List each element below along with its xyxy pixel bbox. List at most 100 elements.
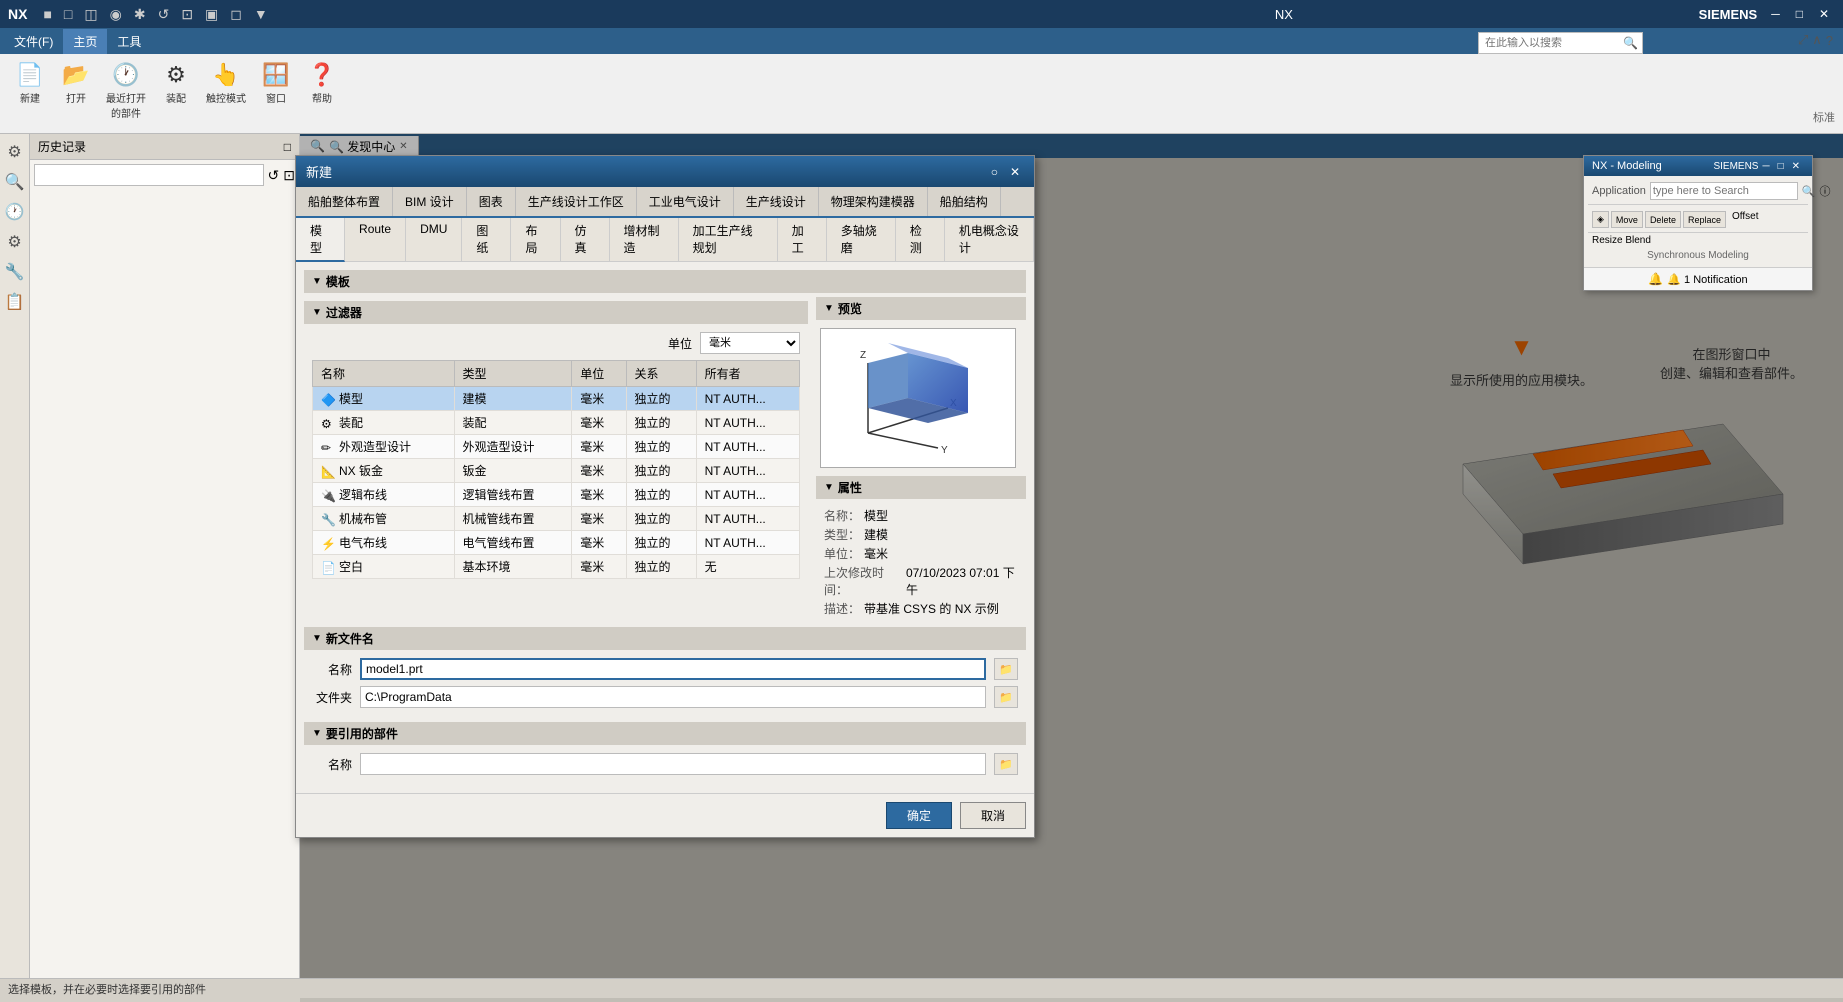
tb-icon-dropdown[interactable]: ▼ xyxy=(250,4,272,24)
props-arrow-icon: ▼ xyxy=(824,482,834,493)
folder-input[interactable]: C:\ProgramData xyxy=(360,686,986,708)
subtab-sim[interactable]: 仿真 xyxy=(561,218,610,261)
table-row[interactable]: 📄空白 基本环境 毫米 独立的 无 xyxy=(313,555,800,579)
panel-icon-3[interactable]: 🕐 xyxy=(1,198,29,226)
tb-icon-9[interactable]: ◻ xyxy=(226,4,246,25)
search-icon[interactable]: 🔍 xyxy=(1619,36,1642,50)
history-search-row: ↺ ⊡ xyxy=(30,160,299,190)
expand-icon[interactable]: ⤢ xyxy=(1798,32,1808,48)
history-title: 历史记录 xyxy=(38,138,280,155)
tab-ship-structure[interactable]: 船舶结构 xyxy=(928,187,1001,216)
ribbon-new[interactable]: 📄 新建 xyxy=(8,58,52,129)
ribbon-assembly[interactable]: ⚙ 装配 xyxy=(154,58,198,129)
history-expand-icon[interactable]: □ xyxy=(284,140,291,154)
ribbon-window[interactable]: 🪟 窗口 xyxy=(254,58,298,129)
minimize-button[interactable]: ─ xyxy=(1765,7,1786,21)
tab-diagram[interactable]: 图表 xyxy=(467,187,516,216)
col-header-name: 名称 xyxy=(313,361,455,387)
mini-close-button[interactable]: ✕ xyxy=(1788,161,1804,172)
mini-offset-label: Offset xyxy=(1732,211,1759,228)
ribbon-touch[interactable]: 👆 触控模式 xyxy=(200,58,252,129)
table-row[interactable]: 📐NX 钣金 钣金 毫米 独立的 NT AUTH... xyxy=(313,459,800,483)
ref-name-input[interactable] xyxy=(360,753,986,775)
menu-home[interactable]: 主页 xyxy=(63,29,107,54)
history-options-icon[interactable]: ⊡ xyxy=(283,167,295,184)
tb-icon-6[interactable]: ↺ xyxy=(154,4,174,25)
close-button[interactable]: ✕ xyxy=(1813,7,1835,21)
tab-ship-layout[interactable]: 船舶整体布置 xyxy=(296,187,393,216)
tb-icon-5[interactable]: ✱ xyxy=(130,4,150,25)
ref-section-header[interactable]: ▼ 要引用的部件 xyxy=(304,722,1026,745)
tb-icon-7[interactable]: ⊡ xyxy=(177,4,197,25)
subtab-layout[interactable]: 布局 xyxy=(511,218,560,261)
panel-icon-6[interactable]: 📋 xyxy=(1,288,29,316)
ribbon-open[interactable]: 📂 打开 xyxy=(54,58,98,129)
history-refresh-icon[interactable]: ↺ xyxy=(268,167,280,184)
mini-search-icon[interactable]: 🔍 xyxy=(1802,185,1816,198)
new-file-section-header[interactable]: ▼ 新文件名 xyxy=(304,627,1026,650)
ok-button[interactable]: 确定 xyxy=(886,802,952,829)
ribbon-recent[interactable]: 🕐 最近打开 的部件 xyxy=(100,58,152,129)
table-row[interactable]: ✏外观造型设计 外观造型设计 毫米 独立的 NT AUTH... xyxy=(313,435,800,459)
tab-production-design[interactable]: 生产线设计 xyxy=(734,187,819,216)
history-search-input[interactable] xyxy=(34,164,264,186)
table-row[interactable]: 🔌逻辑布线 逻辑管线布置 毫米 独立的 NT AUTH... xyxy=(313,483,800,507)
props-section-header[interactable]: ▼ 属性 xyxy=(816,476,1026,499)
dialog-info-icon[interactable]: ○ xyxy=(987,165,1002,179)
tb-icon-1[interactable]: ■ xyxy=(39,4,55,24)
panel-icon-4[interactable]: ⚙ xyxy=(3,228,25,256)
tb-icon-2[interactable]: □ xyxy=(60,4,76,24)
mini-move-button[interactable]: Move xyxy=(1611,211,1643,228)
unit-select[interactable]: 毫米 英寸 英尺 xyxy=(700,332,800,354)
menu-file[interactable]: 文件(F) xyxy=(4,29,63,54)
panel-icon-5[interactable]: 🔧 xyxy=(1,258,29,286)
maximize-button[interactable]: □ xyxy=(1790,7,1809,21)
subtab-additive[interactable]: 增材制造 xyxy=(610,218,679,261)
mini-search-input[interactable] xyxy=(1650,182,1798,200)
tb-icon-8[interactable]: ▣ xyxy=(201,4,222,25)
subtab-multiaxis[interactable]: 多轴烧磨 xyxy=(827,218,896,261)
mini-delete-button[interactable]: Delete xyxy=(1645,211,1681,228)
table-row[interactable]: ⚙装配 装配 毫米 独立的 NT AUTH... xyxy=(313,411,800,435)
browse-folder-button[interactable]: 📁 xyxy=(994,686,1018,708)
up-icon[interactable]: ∧ xyxy=(1812,32,1822,48)
filename-input[interactable] xyxy=(360,658,986,680)
menu-tools[interactable]: 工具 xyxy=(107,29,151,54)
question-icon[interactable]: ? xyxy=(1826,33,1833,48)
tab-physical[interactable]: 物理架构建模器 xyxy=(819,187,928,216)
ribbon-help[interactable]: ❓ 帮助 xyxy=(300,58,344,129)
subtab-mfg-line[interactable]: 加工生产线规划 xyxy=(679,218,778,261)
mini-notification[interactable]: 🔔 🔔 1 Notification xyxy=(1584,267,1812,290)
filter-section-header[interactable]: ▼ 过滤器 xyxy=(304,301,808,324)
subtab-model[interactable]: 模型 xyxy=(296,218,345,262)
preview-section-header[interactable]: ▼ 预览 xyxy=(816,297,1026,320)
mini-minimize-button[interactable]: ─ xyxy=(1758,161,1773,172)
tab-production-line[interactable]: 生产线设计工作区 xyxy=(516,187,637,216)
feature-icon[interactable]: ◈ xyxy=(1592,211,1609,228)
mini-replace-button[interactable]: Replace xyxy=(1683,211,1726,228)
search-input[interactable] xyxy=(1479,37,1619,49)
tb-icon-3[interactable]: ◫ xyxy=(80,4,101,25)
table-row[interactable]: 🔧机械布管 机械管线布置 毫米 独立的 NT AUTH... xyxy=(313,507,800,531)
browse-ref-button[interactable]: 📁 xyxy=(994,753,1018,775)
panel-icon-2[interactable]: 🔍 xyxy=(1,168,29,196)
subtab-mechatronics[interactable]: 机电概念设计 xyxy=(945,218,1034,261)
mini-maximize-button[interactable]: □ xyxy=(1774,161,1788,172)
subtab-inspection[interactable]: 检测 xyxy=(896,218,945,261)
browse-file-button[interactable]: 📁 xyxy=(994,658,1018,680)
table-row[interactable]: ⚡电气布线 电气管线布置 毫米 独立的 NT AUTH... xyxy=(313,531,800,555)
tab-electrical[interactable]: 工业电气设计 xyxy=(637,187,734,216)
subtab-drawing[interactable]: 图纸 xyxy=(462,218,511,261)
mini-info-icon[interactable]: ⓘ xyxy=(1820,183,1831,199)
template-section-header[interactable]: ▼ 模板 xyxy=(304,270,1026,293)
tb-icon-4[interactable]: ◉ xyxy=(106,4,126,25)
subtab-dmu[interactable]: DMU xyxy=(406,218,462,261)
dialog-close-icon[interactable]: ✕ xyxy=(1006,165,1024,179)
tab-bim[interactable]: BIM 设计 xyxy=(393,187,467,216)
table-row[interactable]: 🔷模型 建模 毫米 独立的 NT AUTH... xyxy=(313,387,800,411)
col-header-type: 类型 xyxy=(454,361,572,387)
settings-icon[interactable]: ⚙ xyxy=(3,138,25,166)
subtab-route[interactable]: Route xyxy=(345,218,406,261)
cancel-button[interactable]: 取消 xyxy=(960,802,1026,829)
subtab-machining[interactable]: 加工 xyxy=(778,218,827,261)
